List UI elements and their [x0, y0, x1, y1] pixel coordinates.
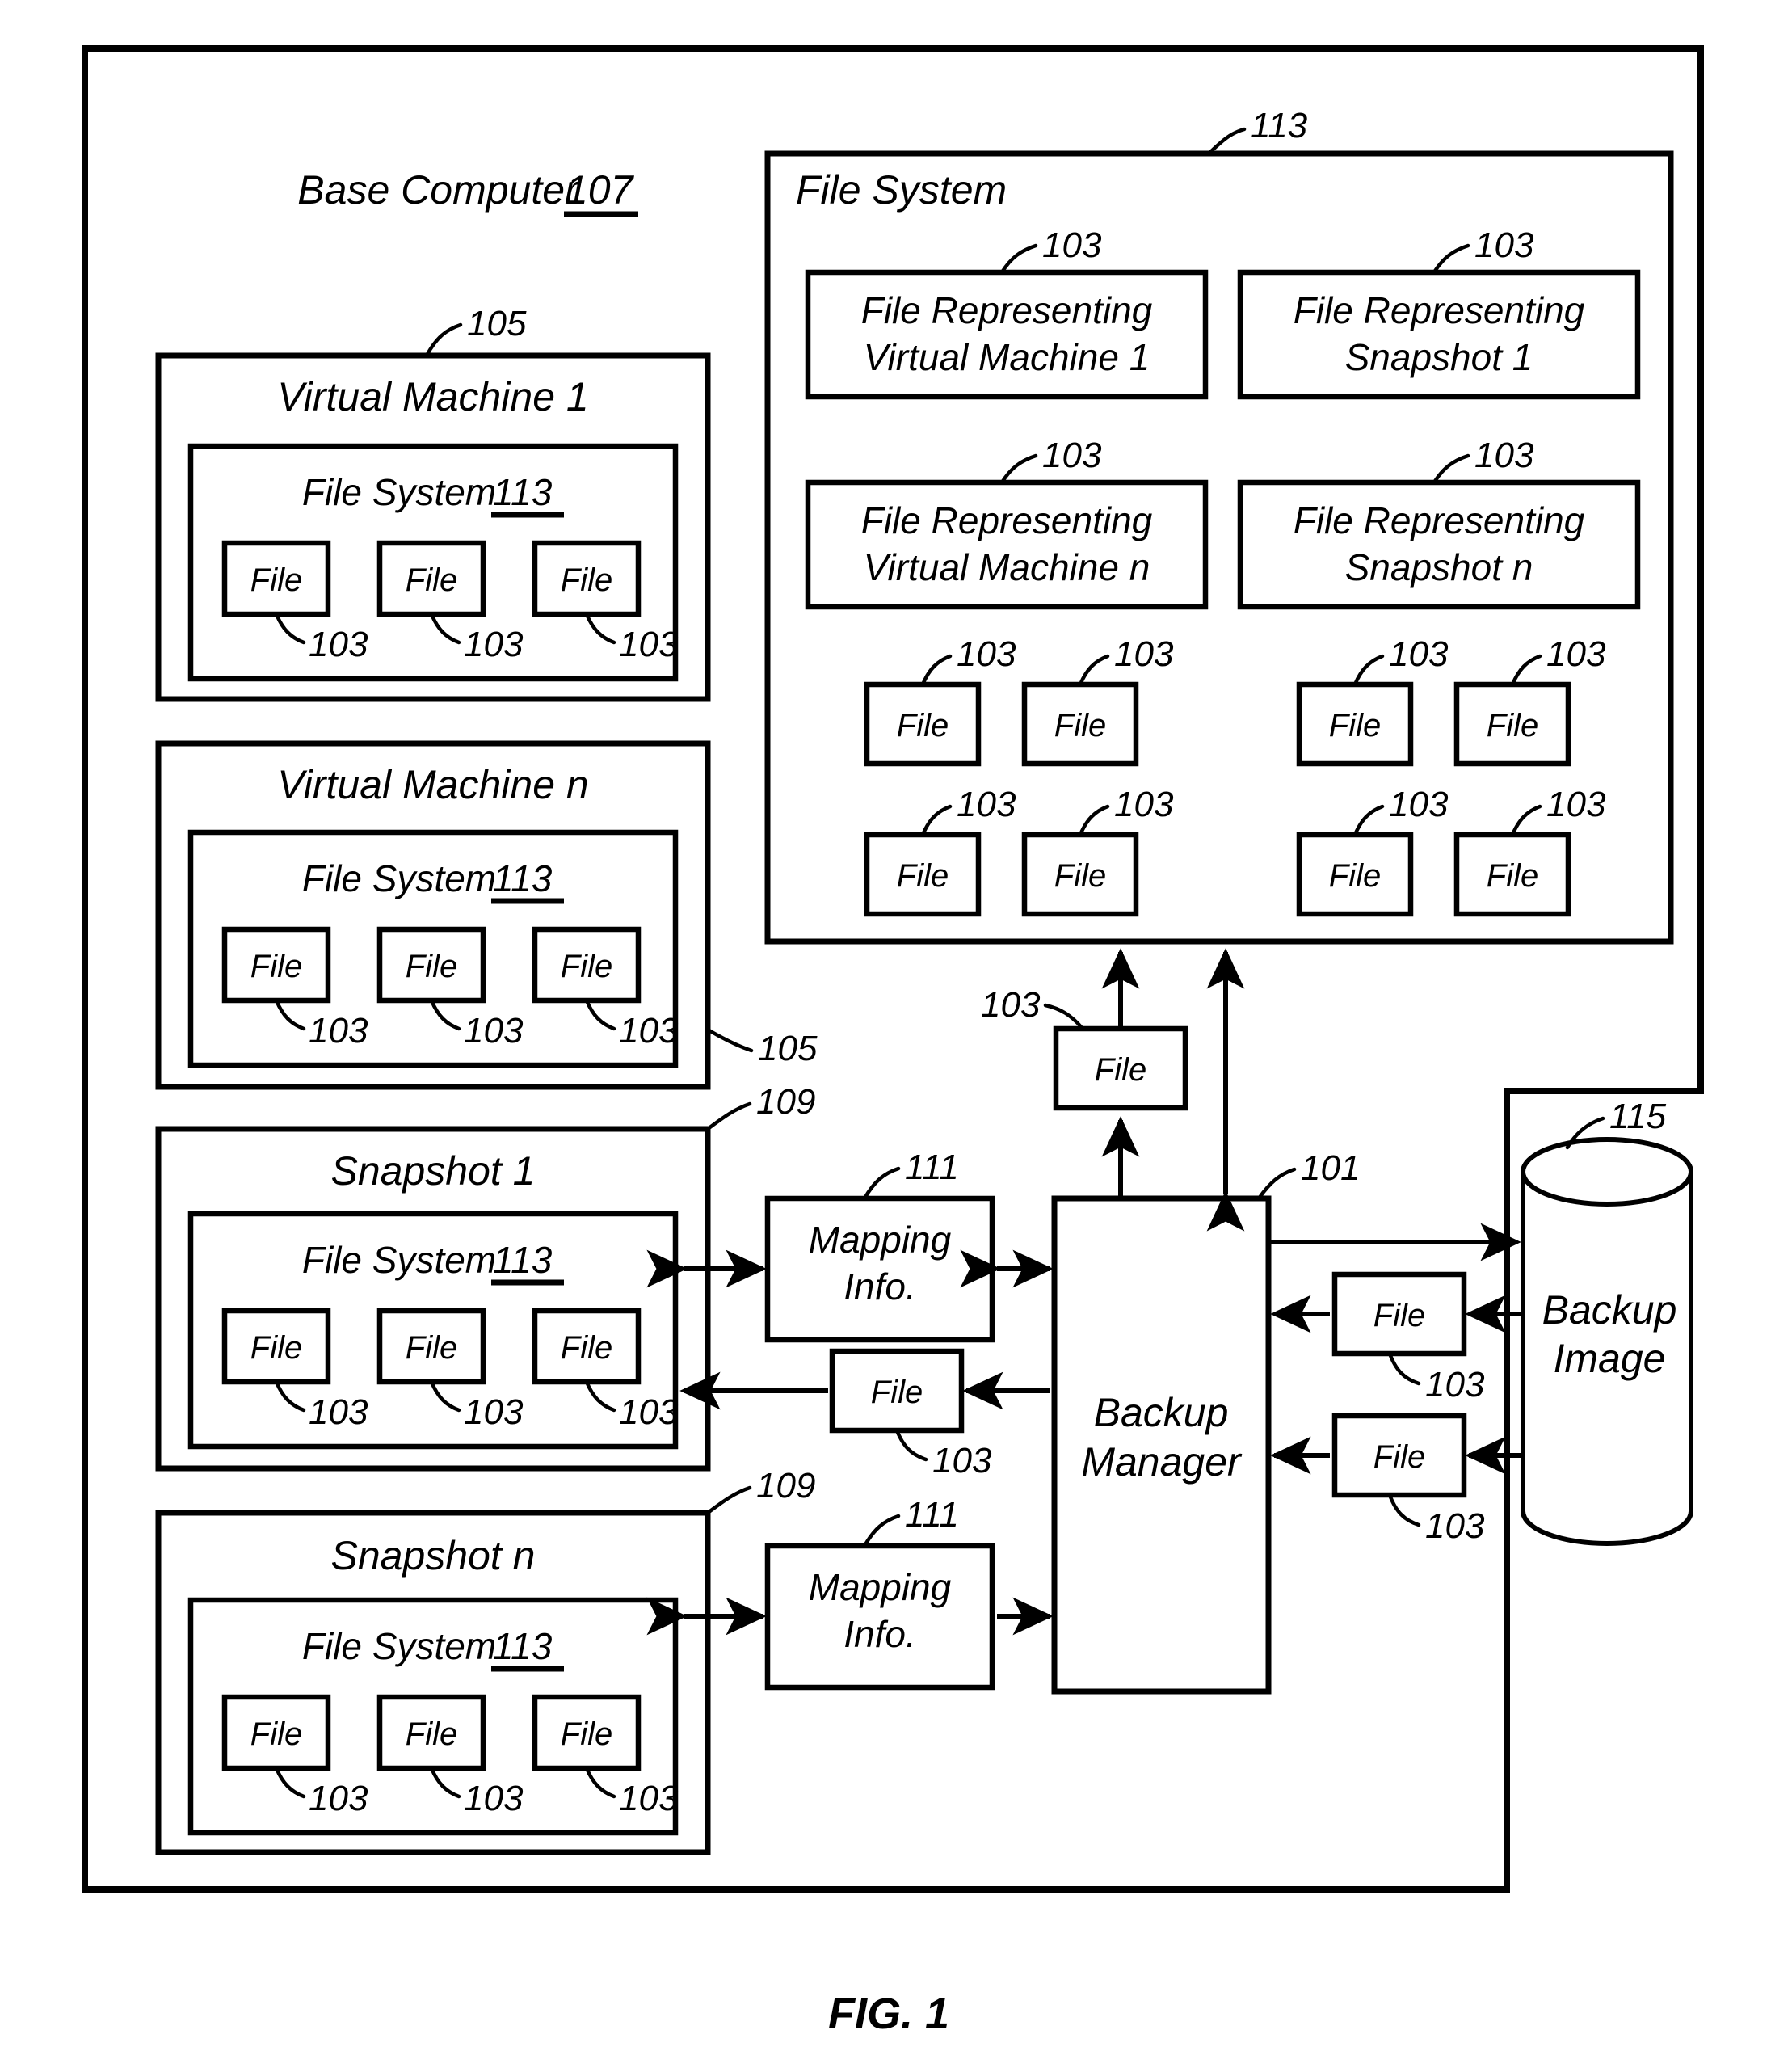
file-representing-snapshot1-line2: Snapshot 1 — [1345, 336, 1533, 378]
snapshotn-file-2-label: File — [406, 1716, 457, 1752]
file-representing-snapshot1-line1: File Representing — [1294, 289, 1585, 331]
vmn-file-2-label: File — [406, 949, 457, 984]
host-file-grid-item-5-label: File — [897, 858, 949, 894]
vmn-file-system-ref: 113 — [493, 857, 553, 899]
vmn-file-1-ref: 103 — [309, 1011, 368, 1051]
snapshotn-file-3-label: File — [561, 1716, 612, 1752]
transit-file-mid-label: File — [1373, 1298, 1425, 1333]
file-representing-vmn-line2: Virtual Machine n — [864, 546, 1150, 588]
snapshot-1-label: Snapshot 1 — [331, 1148, 536, 1194]
file-representing-vm1-line2: Virtual Machine 1 — [864, 336, 1150, 378]
vmn-file-2-ref: 103 — [464, 1011, 524, 1051]
backup-manager-line2: Manager — [1081, 1439, 1243, 1485]
vmn-file-3-label: File — [561, 949, 612, 984]
host-file-grid-item-7-ref: 103 — [1389, 785, 1449, 824]
vmn-file-1-label: File — [250, 949, 302, 984]
host-file-grid-item-3-label: File — [1329, 708, 1381, 743]
vm1-file-3-ref: 103 — [619, 625, 679, 664]
file-representing-snapshot1-ref: 103 — [1474, 225, 1534, 265]
file-representing-vm1-line1: File Representing — [861, 289, 1153, 331]
host-file-grid-item-8-label: File — [1487, 858, 1538, 894]
snapshotn-file-1-ref: 103 — [309, 1779, 368, 1818]
mapping-info-1-ref: 111 — [905, 1148, 959, 1187]
vm1-file-3-label: File — [561, 562, 612, 598]
snapshot1-restore-file-ref: 103 — [932, 1441, 992, 1480]
file-representing-snapshotn-line1: File Representing — [1294, 499, 1585, 541]
transit-file-mid-ref: 103 — [1425, 1365, 1485, 1404]
figure-canvas: Base Computer 107 File System 113 File R… — [82, 45, 1704, 2038]
patent-figure: Base Computer 107 File System 113 File R… — [0, 0, 1792, 2072]
snapshotn-file-system-label: File System — [302, 1625, 496, 1667]
mapping-info-1-line2: Info. — [843, 1266, 916, 1308]
virtual-machine-n-label: Virtual Machine n — [277, 762, 588, 807]
host-file-grid-item-7-label: File — [1329, 858, 1381, 894]
host-file-grid-item-1-ref: 103 — [957, 634, 1016, 674]
file-representing-vmn-line1: File Representing — [861, 499, 1153, 541]
file-representing-vmn-ref: 103 — [1042, 436, 1102, 475]
transit-file-low-ref: 103 — [1425, 1506, 1485, 1546]
virtual-machine-1-label: Virtual Machine 1 — [277, 374, 588, 419]
snapshot1-file-3-ref: 103 — [619, 1392, 679, 1432]
mapping-info-n-line1: Mapping — [809, 1566, 952, 1608]
mapping-info-n-ref: 111 — [905, 1495, 959, 1535]
transit-file-top-label: File — [1095, 1052, 1146, 1088]
snapshot1-file-1-ref: 103 — [309, 1392, 368, 1432]
host-file-grid-item-6-ref: 103 — [1114, 785, 1174, 824]
file-representing-snapshotn-ref: 103 — [1474, 436, 1534, 475]
host-file-system-label: File System — [796, 167, 1007, 213]
backup-manager-ref: 101 — [1301, 1148, 1360, 1188]
vm1-file-system-label: File System — [302, 471, 496, 513]
snapshot1-file-system-label: File System — [302, 1239, 496, 1281]
host-file-grid-item-4-label: File — [1487, 708, 1538, 743]
snapshotn-file-2-ref: 103 — [464, 1779, 524, 1818]
vm1-file-2-ref: 103 — [464, 625, 524, 664]
transit-file-low-label: File — [1373, 1439, 1425, 1475]
vmn-file-system-label: File System — [302, 857, 496, 899]
snapshot1-restore-file-label: File — [871, 1375, 923, 1410]
snapshotn-file-3-ref: 103 — [619, 1779, 679, 1818]
base-computer-label: Base Computer — [297, 167, 580, 213]
base-computer-ref: 107 — [566, 167, 635, 213]
transit-file-top-ref: 103 — [981, 985, 1041, 1025]
vmn-file-3-ref: 103 — [619, 1011, 679, 1051]
snapshot1-file-system-ref: 113 — [493, 1239, 553, 1281]
backup-image-line2: Image — [1554, 1336, 1666, 1381]
host-file-grid-item-2-label: File — [1054, 708, 1106, 743]
snapshot-1-ref: 109 — [756, 1082, 815, 1122]
snapshot-n-ref: 109 — [756, 1466, 815, 1506]
host-file-grid-item-1-label: File — [897, 708, 949, 743]
snapshot1-file-3-label: File — [561, 1330, 612, 1366]
vm1-file-2-label: File — [406, 562, 457, 598]
host-file-grid-item-6-label: File — [1054, 858, 1106, 894]
snapshotn-file-1-label: File — [250, 1716, 302, 1752]
mapping-info-n-line2: Info. — [843, 1613, 916, 1655]
vm1-file-1-ref: 103 — [309, 625, 368, 664]
file-representing-snapshotn-line2: Snapshot n — [1345, 546, 1533, 588]
backup-image-line1: Backup — [1542, 1287, 1677, 1333]
snapshot1-file-1-label: File — [250, 1330, 302, 1366]
figure-caption: FIG. 1 — [828, 1990, 949, 2038]
snapshot1-file-2-label: File — [406, 1330, 457, 1366]
snapshot1-file-2-ref: 103 — [464, 1392, 524, 1432]
virtual-machine-1-ref: 105 — [467, 304, 527, 343]
snapshot-n-label: Snapshot n — [331, 1533, 536, 1578]
vm1-file-system-ref: 113 — [493, 471, 553, 513]
host-file-grid-item-8-ref: 103 — [1546, 785, 1606, 824]
backup-image-ref: 115 — [1609, 1097, 1667, 1136]
backup-manager-line1: Backup — [1094, 1390, 1229, 1435]
host-file-grid-item-2-ref: 103 — [1114, 634, 1174, 674]
host-file-grid-item-4-ref: 103 — [1546, 634, 1606, 674]
mapping-info-1-line1: Mapping — [809, 1219, 952, 1261]
file-representing-vm1-ref: 103 — [1042, 225, 1102, 265]
host-file-grid-item-3-ref: 103 — [1389, 634, 1449, 674]
vm1-file-1-label: File — [250, 562, 302, 598]
snapshotn-file-system-ref: 113 — [493, 1625, 553, 1667]
virtual-machine-n-ref: 105 — [758, 1029, 818, 1068]
host-file-system-ref: 113 — [1251, 106, 1308, 145]
host-file-grid-item-5-ref: 103 — [957, 785, 1016, 824]
